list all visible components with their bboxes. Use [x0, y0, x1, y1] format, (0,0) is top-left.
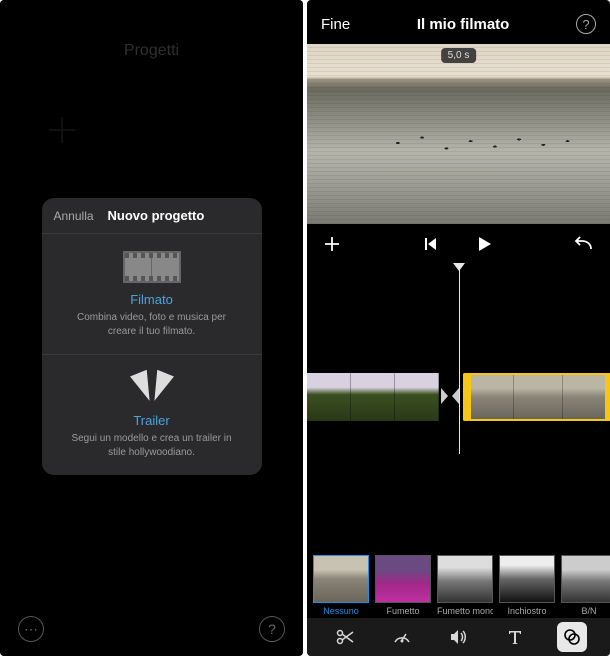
filter-label: Nessuno — [313, 606, 369, 616]
text-icon — [505, 627, 525, 647]
filter-option[interactable]: Fumetto mono — [437, 555, 493, 616]
add-media-button[interactable] — [323, 235, 341, 253]
speedometer-icon — [392, 627, 412, 647]
filters-tool[interactable] — [557, 622, 587, 652]
help-button[interactable]: ? — [576, 14, 596, 34]
filters-row: Nessuno Fumetto Fumetto mono Inchiostro B/N — [307, 555, 610, 616]
filter-label: Fumetto — [375, 606, 431, 616]
editor-toolbar — [307, 618, 610, 656]
ellipsis-icon: ⋯ — [24, 621, 38, 638]
sheet-header: Annulla Nuovo progetto — [42, 198, 262, 234]
sheet-title: Nuovo progetto — [108, 208, 205, 223]
editor-header: Fine Il mio filmato ? — [307, 0, 610, 44]
transition-button[interactable] — [441, 385, 459, 407]
done-button[interactable]: Fine — [321, 16, 350, 33]
help-button[interactable]: ? — [259, 616, 285, 642]
filter-option[interactable]: Inchiostro — [499, 555, 555, 616]
filters-icon — [562, 627, 582, 647]
sheet-option-trailer[interactable]: Trailer Segui un modello e crea un trail… — [42, 355, 262, 475]
scissors-icon — [335, 627, 355, 647]
new-project-sheet: Annulla Nuovo progetto Filmato Combina v… — [42, 198, 262, 475]
speaker-icon — [448, 627, 468, 647]
option-title: Filmato — [52, 292, 252, 307]
skip-back-button[interactable] — [422, 236, 438, 252]
filter-label: Inchiostro — [499, 606, 555, 616]
spotlights-icon — [52, 369, 252, 407]
speed-tool[interactable] — [387, 622, 417, 652]
option-desc: Segui un modello e crea un trailer in st… — [52, 432, 252, 459]
filter-thumbnail — [499, 555, 555, 603]
video-preview[interactable]: 5,0 s — [307, 44, 610, 224]
timeline[interactable] — [307, 264, 610, 454]
help-icon: ? — [268, 621, 276, 637]
filter-thumbnail — [313, 555, 369, 603]
filmstrip-icon — [52, 248, 252, 286]
filter-thumbnail — [375, 555, 431, 603]
text-tool[interactable] — [500, 622, 530, 652]
sheet-option-movie[interactable]: Filmato Combina video, foto e musica per… — [42, 234, 262, 355]
play-button[interactable] — [474, 234, 494, 254]
filter-label: B/N — [561, 606, 610, 616]
filter-thumbnail — [561, 555, 610, 603]
cut-tool[interactable] — [330, 622, 360, 652]
help-icon: ? — [582, 17, 589, 32]
transition-icon — [441, 388, 459, 404]
duration-badge: 5,0 s — [441, 48, 477, 63]
right-screen: Fine Il mio filmato ? 5,0 s — [307, 0, 610, 656]
project-title: Il mio filmato — [417, 16, 510, 33]
option-title: Trailer — [52, 413, 252, 428]
transport-bar — [307, 224, 610, 264]
clip-1[interactable] — [307, 373, 439, 421]
filter-option[interactable]: B/N — [561, 555, 610, 616]
playhead[interactable] — [459, 264, 460, 454]
filter-thumbnail — [437, 555, 493, 603]
filter-option[interactable]: Nessuno — [313, 555, 369, 616]
undo-button[interactable] — [574, 236, 594, 252]
cancel-button[interactable]: Annulla — [54, 209, 94, 223]
filter-option[interactable]: Fumetto — [375, 555, 431, 616]
left-screen: Progetti Annulla Nuovo progetto Filmato … — [0, 0, 303, 656]
volume-tool[interactable] — [443, 622, 473, 652]
filter-label: Fumetto mono — [437, 606, 493, 616]
more-button[interactable]: ⋯ — [18, 616, 44, 642]
option-desc: Combina video, foto e musica per creare … — [52, 311, 252, 338]
clip-2-selected[interactable] — [463, 373, 610, 421]
